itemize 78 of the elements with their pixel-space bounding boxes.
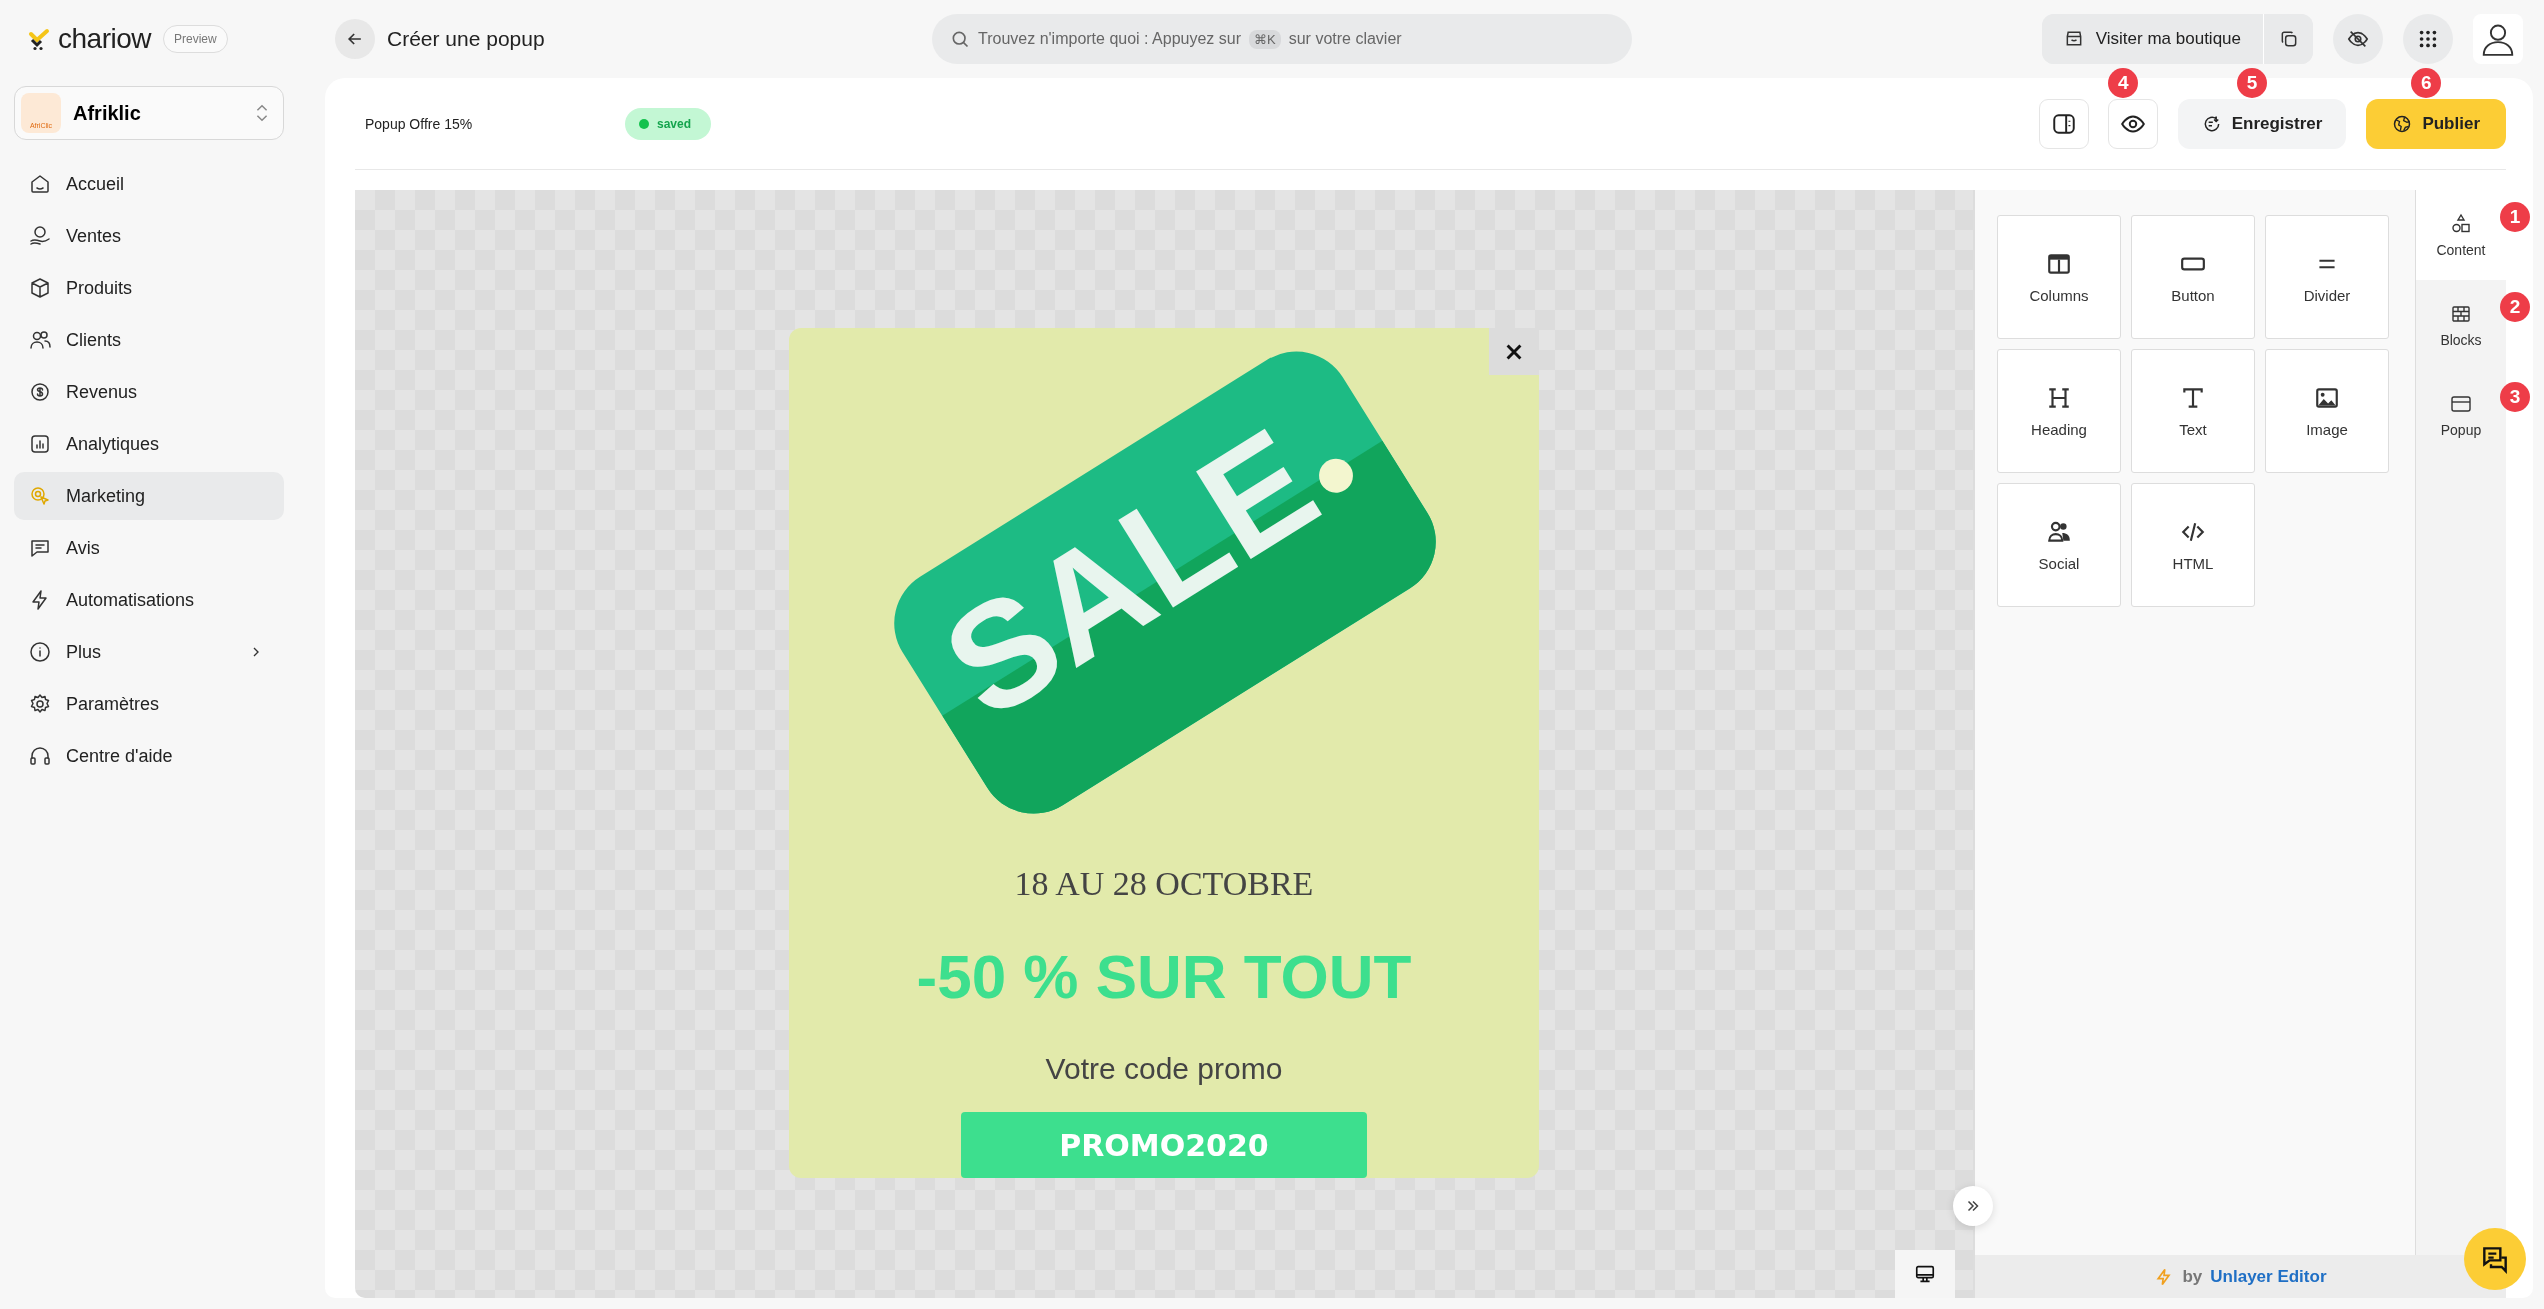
user-avatar[interactable]	[2473, 14, 2523, 64]
nav-item[interactable]: Accueil	[14, 160, 284, 208]
content-tool[interactable]: Text	[2131, 349, 2255, 473]
search-placeholder: Trouvez n'importe quoi : Appuyez sur	[978, 30, 1242, 48]
step-marker: 6	[2411, 67, 2442, 98]
content-tool[interactable]: HTML	[2131, 483, 2255, 607]
panel-tab[interactable]: Content	[2416, 190, 2506, 280]
step-marker: 2	[2500, 292, 2530, 322]
search-field[interactable]: Trouvez n'importe quoi : Appuyez sur ⌘K sur votre clavier	[932, 14, 1632, 64]
copy-button[interactable]	[2263, 14, 2313, 64]
unlayer-link[interactable]: Unlayer Editor	[2210, 1266, 2327, 1287]
shortcut-key: ⌘K	[1249, 29, 1281, 49]
expand-button[interactable]	[1953, 1186, 1993, 1226]
box-icon	[28, 276, 52, 300]
nav-item[interactable]: Centre d'aide	[14, 732, 284, 780]
nav-item[interactable]: Avis	[14, 524, 284, 572]
content-tool[interactable]: Button	[2131, 215, 2255, 339]
chart-icon	[28, 432, 52, 456]
subtitle-text: Votre code promo	[1045, 1052, 1283, 1087]
back-button[interactable]	[335, 19, 375, 59]
save-button[interactable]: Enregistrer	[2177, 98, 2347, 149]
info-icon	[28, 640, 52, 664]
preview-button[interactable]	[2107, 98, 2158, 149]
nav-item[interactable]: Produits	[14, 264, 284, 312]
tool-label: Image	[2306, 420, 2348, 438]
tool-label: Divider	[2303, 286, 2351, 304]
eye-off-icon	[2347, 28, 2369, 50]
globe-icon	[2392, 113, 2413, 134]
content-tool[interactable]: Heading	[1997, 349, 2121, 473]
hide-button[interactable]	[2333, 14, 2383, 64]
users-icon	[28, 328, 52, 352]
content-tool[interactable]: Divider	[2265, 215, 2389, 339]
monitor-icon	[1914, 1263, 1936, 1285]
logo-icon	[28, 27, 52, 51]
brand-name: chariow	[58, 23, 151, 55]
apps-grid-button[interactable]	[2403, 14, 2453, 64]
step-marker: 5	[2237, 67, 2267, 98]
tool-label: Heading	[2031, 420, 2087, 438]
tool-label: HTML	[2172, 554, 2214, 572]
popup-name: Popup Offre 15%	[364, 115, 474, 132]
step-marker: 4	[2108, 67, 2139, 98]
revenue-icon	[28, 380, 52, 404]
nav-item[interactable]: Automatisations	[14, 576, 284, 624]
nav-item[interactable]: Ventes	[14, 212, 284, 260]
search-placeholder: sur votre clavier	[1288, 30, 1402, 48]
close-button[interactable]	[1489, 328, 1539, 375]
panel-toggle-button[interactable]	[2038, 98, 2089, 149]
nav-item[interactable]: Plus	[14, 628, 284, 676]
date-text: 18 AU 28 OCTOBRE	[1014, 865, 1314, 904]
content-tool[interactable]: Columns	[1997, 215, 2121, 339]
page-title: Créer une popup	[387, 27, 546, 51]
nav-item[interactable]: Marketing	[14, 472, 284, 520]
by-text: by	[2182, 1266, 2203, 1287]
nav-item[interactable]: Paramètres	[14, 680, 284, 728]
step-marker: 3	[2500, 382, 2530, 412]
headline-text: -50 % SUR TOUT	[916, 941, 1412, 1013]
status-dot	[639, 118, 649, 129]
headset-icon	[28, 744, 52, 768]
sales-icon	[28, 224, 52, 248]
content-tool[interactable]: Image	[2265, 349, 2389, 473]
tool-label: Text	[2179, 420, 2207, 438]
nav-item[interactable]: Analytiques	[14, 420, 284, 468]
nav-item[interactable]: Revenus	[14, 368, 284, 416]
desktop-view-button[interactable]	[1895, 1250, 1955, 1298]
step-marker: 1	[2500, 202, 2530, 232]
grid-icon	[2417, 28, 2439, 50]
tool-label: Social	[2038, 554, 2080, 572]
home-icon	[28, 172, 52, 196]
tool-label: Button	[2171, 286, 2215, 304]
content-tool[interactable]: Social	[1997, 483, 2121, 607]
nav-item[interactable]: Clients	[14, 316, 284, 364]
search-icon	[950, 29, 970, 49]
gear-icon	[28, 692, 52, 716]
tool-label: Columns	[2029, 286, 2089, 304]
status-label: saved	[657, 116, 692, 131]
preview-badge: Preview	[163, 25, 228, 53]
publish-button[interactable]: Publier	[2366, 98, 2506, 149]
marketing-icon	[28, 484, 52, 508]
